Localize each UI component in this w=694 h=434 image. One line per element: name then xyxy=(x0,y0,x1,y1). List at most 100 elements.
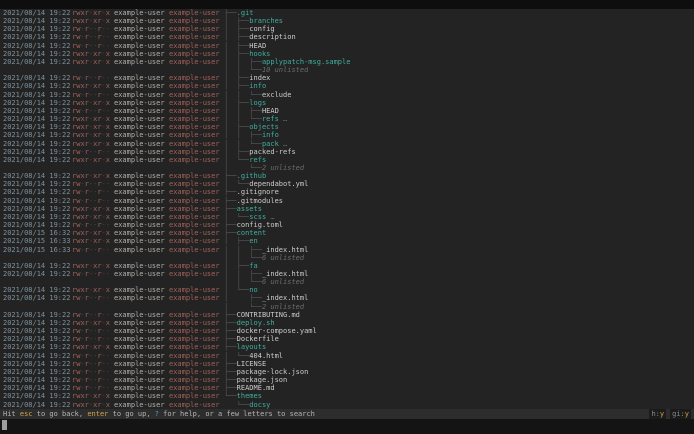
tree-row[interactable]: 2021/08/14 19:22 rwxr-xr-x example-user exa… xyxy=(0,17,694,25)
dir-name[interactable]: layouts xyxy=(237,343,267,351)
tree-row[interactable]: 2021/08/14 19:22 rw-r--r-- example-user exa… xyxy=(0,368,694,376)
tree-row[interactable]: 2021/08/14 19:22 rw-r--r-- example-user exa… xyxy=(0,360,694,368)
dir-name[interactable]: branches xyxy=(249,17,283,25)
tree-row[interactable]: 2021/08/14 19:22 rw-r--r-- example-user exa… xyxy=(0,74,694,82)
tree-row[interactable]: 2021/08/14 19:22 rwxr-xr-x example-user exa… xyxy=(0,392,694,400)
tree-row[interactable]: │ │ └── 6 unlisted xyxy=(0,278,694,286)
dir-name[interactable]: themes xyxy=(237,392,262,400)
tree-row[interactable]: 2021/08/14 19:22 rw-r--r-- example-user exa… xyxy=(0,42,694,50)
tree-row[interactable]: 2021/08/14 19:22 rw-r--r-- example-user exa… xyxy=(0,197,694,205)
tree-row[interactable]: │ │ └── 6 unlisted xyxy=(0,254,694,262)
dir-name[interactable]: logs xyxy=(249,99,266,107)
tree-row[interactable]: 2021/08/14 19:22 rw-r--r-- example-user exa… xyxy=(0,270,694,278)
tree-row[interactable]: 2021/08/14 19:22 rw-r--r-- example-user exa… xyxy=(0,376,694,384)
file-name[interactable]: packed-refs xyxy=(249,148,295,156)
tree-branch-lines: │ │ ├── xyxy=(224,106,262,115)
file-name[interactable]: config.toml xyxy=(237,221,283,229)
file-name[interactable]: exclude xyxy=(262,91,292,99)
tree-row[interactable]: 2021/08/14 19:22 rw-r--r-- example-user exa… xyxy=(0,33,694,41)
file-name[interactable]: dependabot.yml xyxy=(249,180,308,188)
dir-name[interactable]: .git xyxy=(237,9,254,17)
tree-row[interactable]: 2021/08/14 19:22 rwxr-xr-x example-user exa… xyxy=(0,205,694,213)
tree-row[interactable]: 2021/08/14 19:22 rwxr-xr-x example-user exa… xyxy=(0,213,694,221)
owner-name: example-user xyxy=(114,155,165,164)
tree-row[interactable]: 2021/08/14 19:22 rwxr-xr-x example-user exa… xyxy=(0,131,694,139)
tree-row[interactable]: 2021/08/14 19:22 rw-r--r-- example-user exa… xyxy=(0,107,694,115)
dir-name[interactable]: fa xyxy=(249,262,257,270)
tree-row[interactable]: 2021/08/14 19:22 rw-r--r-- example-user exa… xyxy=(0,384,694,392)
tree-row[interactable]: 2021/08/14 19:22 rwxr-xr-x example-user exa… xyxy=(0,286,694,294)
tree-row[interactable]: 2021/08/14 19:22 rwxr-xr-x example-user exa… xyxy=(0,156,694,164)
file-name[interactable]: CONTRIBUTING.md xyxy=(237,311,300,319)
tree-row[interactable]: 2021/08/14 19:22 rwxr-xr-x example-user exa… xyxy=(0,319,694,327)
tree-row[interactable]: 2021/08/14 19:22 rwxr-xr-x example-user exa… xyxy=(0,115,694,123)
file-name[interactable]: index xyxy=(249,74,270,82)
file-name[interactable]: LICENSE xyxy=(237,360,267,368)
dir-name[interactable]: docsy xyxy=(249,401,270,409)
tree-row[interactable]: 2021/08/14 19:22 rw-r--r-- example-user exa… xyxy=(0,188,694,196)
file-name[interactable]: 404.html xyxy=(249,352,283,360)
file-name[interactable]: Dockerfile xyxy=(237,335,279,343)
tree-row[interactable]: 2021/08/14 19:22 rwxr-xr-x example-user exa… xyxy=(0,82,694,90)
tree-row[interactable]: 2021/08/15 16:33 rw-r--r-- example-user exa… xyxy=(0,246,694,254)
dir-name[interactable]: info xyxy=(262,131,279,139)
tree-row[interactable]: 2021/08/14 19:22 rwxr-xr-x example-user exa… xyxy=(0,50,694,58)
tree-row[interactable]: 2021/08/14 19:22 rwxr-xr-x example-user exa… xyxy=(0,262,694,270)
tree-row[interactable]: 2021/08/14 19:22 rwxr-xr-x example-user exa… xyxy=(0,343,694,351)
tree-row[interactable]: 2021/08/14 19:22 rwxr-xr-x example-user exa… xyxy=(0,123,694,131)
file-name[interactable]: config xyxy=(249,25,274,33)
tree-row[interactable]: 2021/08/14 19:22 rw-r--r-- example-user exa… xyxy=(0,221,694,229)
tree-row[interactable]: 2021/08/15 16:32 rwxr-xr-x example-user exa… xyxy=(0,229,694,237)
group-name: example-user xyxy=(169,57,220,66)
file-name[interactable]: docker-compose.yaml xyxy=(237,327,317,335)
tree-row[interactable]: 2021/08/14 19:22 rwxr-xr-x example-user exa… xyxy=(0,140,694,148)
file-name[interactable]: HEAD xyxy=(262,107,279,115)
tree-row[interactable]: 2021/08/14 19:22 rw-r--r-- example-user exa… xyxy=(0,180,694,188)
tree-row[interactable]: 2021/08/14 19:22 rwxr-xr-x example-user exa… xyxy=(0,172,694,180)
tree-row[interactable]: 2021/08/14 19:22 rw-r--r-- example-user exa… xyxy=(0,91,694,99)
tree-row[interactable]: 2021/08/14 19:22 rwxr-xr-x example-user exa… xyxy=(0,401,694,409)
file-name[interactable]: _index.html xyxy=(262,294,308,302)
dir-name[interactable]: content xyxy=(237,229,267,237)
file-name[interactable]: .gitignore xyxy=(237,188,279,196)
dir-name[interactable]: refs xyxy=(262,115,279,123)
tree-row[interactable]: │ │ └── 10 unlisted xyxy=(0,66,694,74)
dir-name[interactable]: .github xyxy=(237,172,267,180)
owner-name: example-user xyxy=(114,115,165,124)
dir-name[interactable]: assets xyxy=(237,205,262,213)
tree-row[interactable]: │ └── 2 unlisted xyxy=(0,303,694,311)
dir-name[interactable]: pack xyxy=(262,140,279,148)
group-name: example-user xyxy=(169,74,220,83)
file-name[interactable]: HEAD xyxy=(249,42,266,50)
file-name[interactable]: deploy.sh xyxy=(237,319,275,327)
file-name[interactable]: package.json xyxy=(237,376,288,384)
tree-row[interactable]: 2021/08/14 19:22 rw-r--r-- example-user exa… xyxy=(0,294,694,302)
tree-row[interactable]: 2021/08/14 19:22 rw-r--r-- example-user exa… xyxy=(0,327,694,335)
tree-row[interactable]: 2021/08/14 19:22 rwxr-xr-x example-user exa… xyxy=(0,99,694,107)
tree-row[interactable]: 2021/08/14 19:22 rw-r--r-- example-user exa… xyxy=(0,311,694,319)
tree-row[interactable]: 2021/08/14 19:22 rw-r--r-- example-user exa… xyxy=(0,335,694,343)
tree-row[interactable]: 2021/08/14 19:22 rw-r--r-- example-user exa… xyxy=(0,148,694,156)
file-name[interactable]: _index.html xyxy=(262,246,308,254)
tree-row[interactable]: 2021/08/14 19:22 rwxr-xr-x example-user exa… xyxy=(0,58,694,66)
dir-name[interactable]: info xyxy=(249,82,266,90)
tree-row[interactable]: 2021/08/15 16:33 rwxr-xr-x example-user exa… xyxy=(0,237,694,245)
tree-row[interactable]: │ └── 2 unlisted xyxy=(0,164,694,172)
dir-name[interactable]: hooks xyxy=(249,50,270,58)
file-name[interactable]: package-lock.json xyxy=(237,368,309,376)
dir-name[interactable]: scss xyxy=(249,213,266,221)
file-name[interactable]: description xyxy=(249,33,295,41)
file-name[interactable]: .gitmodules xyxy=(237,197,283,205)
file-name[interactable]: _index.html xyxy=(262,270,308,278)
file-name[interactable]: applypatch-msg.sample xyxy=(262,58,351,66)
tree-row[interactable]: 2021/08/14 19:22 rw-r--r-- example-user exa… xyxy=(0,25,694,33)
dir-name[interactable]: objects xyxy=(249,123,279,131)
dir-name[interactable]: en xyxy=(249,237,257,245)
file-name[interactable]: README.md xyxy=(237,384,275,392)
search-input[interactable] xyxy=(0,419,694,434)
tree-row[interactable]: 2021/08/14 19:22 rwxr-xr-x example-user exa… xyxy=(0,9,694,17)
dir-name[interactable]: refs xyxy=(249,156,266,164)
modified-date: 2021/08/14 19:22 xyxy=(3,115,71,124)
tree-row[interactable]: 2021/08/14 19:22 rw-r--r-- example-user exa… xyxy=(0,352,694,360)
dir-name[interactable]: no xyxy=(249,286,257,294)
